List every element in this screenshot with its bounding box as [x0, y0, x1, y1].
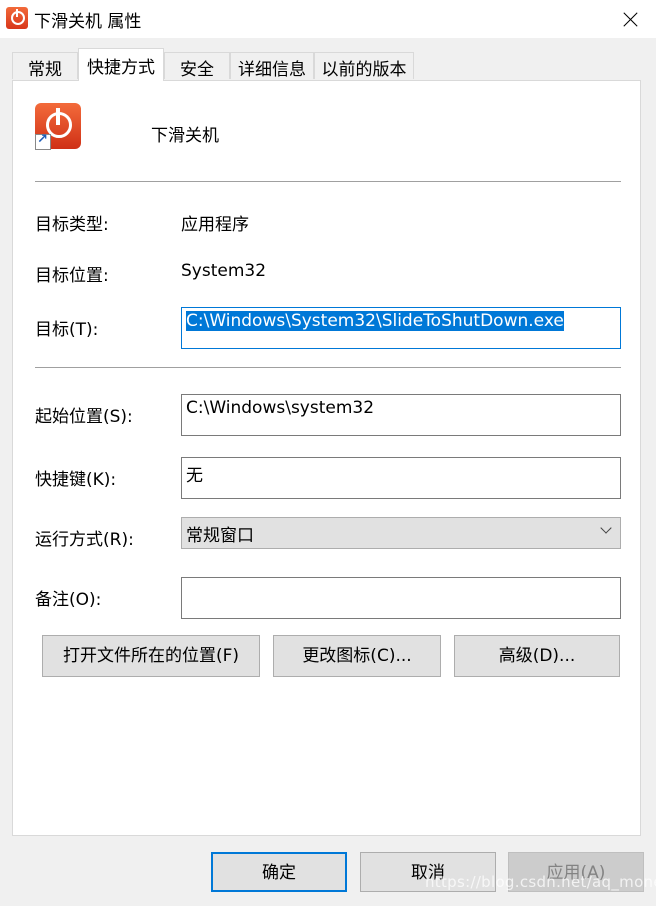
run-dropdown[interactable]: 常规窗口: [181, 517, 621, 549]
target-location-label: 目标位置:: [35, 266, 109, 286]
tab-previous-versions[interactable]: 以前的版本: [314, 52, 414, 80]
target-field[interactable]: C:\Windows\System32\SlideToShutDown.exe: [181, 307, 621, 349]
divider: [35, 181, 621, 182]
start-in-label: 起始位置(S):: [35, 407, 133, 427]
shortcut-name: 下滑关机: [151, 126, 219, 146]
change-icon-button[interactable]: 更改图标(C)...: [273, 635, 441, 677]
start-in-field[interactable]: C:\Windows\system32: [181, 394, 621, 436]
chevron-down-icon: [600, 522, 612, 534]
run-value: 常规窗口: [186, 526, 254, 546]
shortcut-key-field[interactable]: 无: [181, 457, 621, 499]
target-location-value: System32: [181, 261, 267, 281]
close-icon[interactable]: [606, 0, 656, 38]
power-icon: [6, 7, 28, 29]
tab-shortcut[interactable]: 快捷方式: [78, 48, 164, 81]
tab-security[interactable]: 安全: [164, 52, 230, 80]
tab-general[interactable]: 常规: [12, 52, 78, 80]
shortcut-arrow-icon: [35, 132, 51, 150]
target-label: 目标(T):: [35, 320, 99, 340]
target-value: C:\Windows\System32\SlideToShutDown.exe: [186, 311, 564, 331]
watermark: https://blog.csdn.net/aq_money: [425, 873, 656, 891]
target-type-value: 应用程序: [181, 215, 249, 235]
window-title: 下滑关机 属性: [34, 12, 142, 32]
ok-button[interactable]: 确定: [211, 852, 347, 892]
comment-field[interactable]: [181, 577, 621, 619]
divider: [35, 367, 621, 368]
title-bar: 下滑关机 属性: [0, 0, 656, 38]
target-type-label: 目标类型:: [35, 215, 109, 235]
run-label: 运行方式(R):: [35, 530, 134, 550]
comment-label: 备注(O):: [35, 590, 102, 610]
tab-details[interactable]: 详细信息: [230, 52, 314, 80]
shortcut-key-label: 快捷键(K):: [35, 470, 117, 490]
advanced-button[interactable]: 高级(D)...: [454, 635, 620, 677]
open-location-button[interactable]: 打开文件所在的位置(F): [42, 635, 260, 677]
